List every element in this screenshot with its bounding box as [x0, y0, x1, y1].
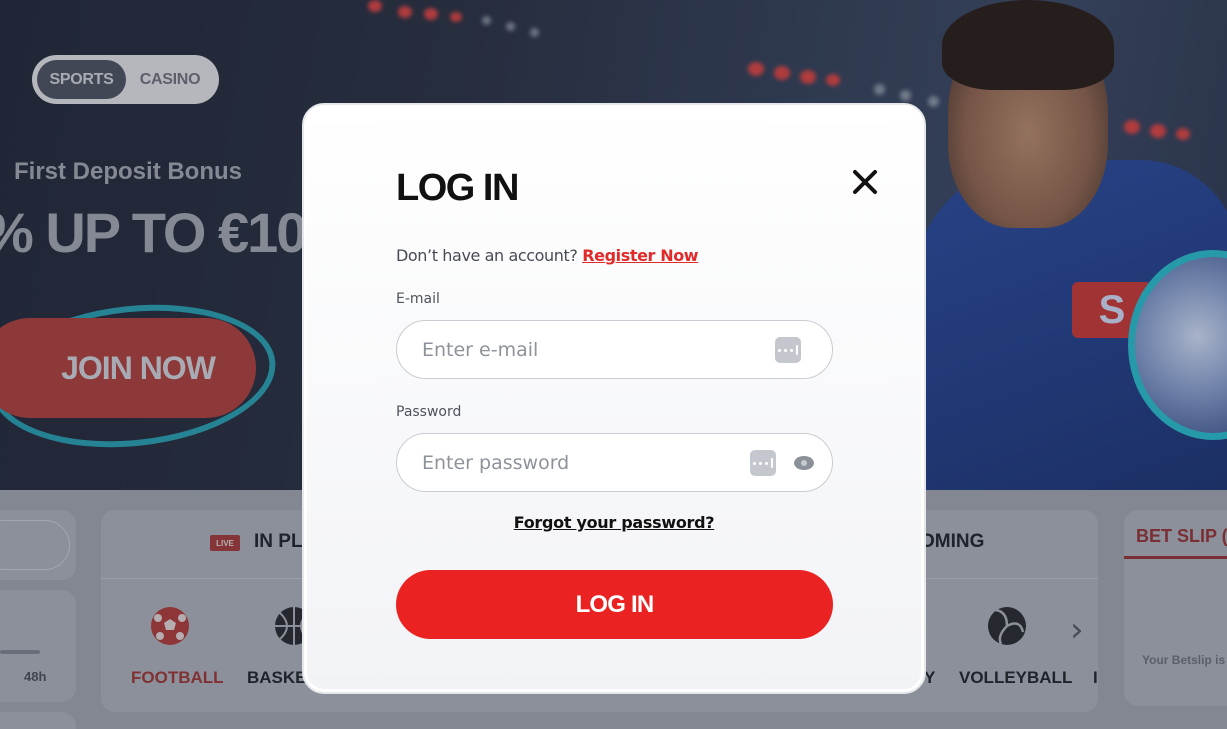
modal-title: LOG IN: [396, 167, 519, 209]
signup-prompt-row: Don’t have an account? Register Now: [396, 246, 699, 265]
login-submit-button[interactable]: LOG IN: [396, 570, 833, 639]
password-manager-icon[interactable]: [750, 450, 776, 476]
email-label: E-mail: [396, 291, 440, 307]
password-label: Password: [396, 404, 462, 420]
eye-icon[interactable]: [793, 455, 815, 471]
close-button[interactable]: [848, 165, 882, 199]
close-icon: [853, 170, 877, 194]
register-now-link[interactable]: Register Now: [582, 246, 698, 265]
password-input[interactable]: [422, 451, 742, 474]
password-manager-icon[interactable]: [775, 337, 801, 363]
password-field[interactable]: [396, 433, 833, 492]
forgot-password-link[interactable]: Forgot your password?: [304, 513, 924, 532]
login-modal: LOG IN Don’t have an account? Register N…: [302, 103, 926, 694]
email-field[interactable]: [396, 320, 833, 379]
signup-prompt: Don’t have an account?: [396, 246, 578, 265]
email-input[interactable]: [422, 338, 742, 361]
